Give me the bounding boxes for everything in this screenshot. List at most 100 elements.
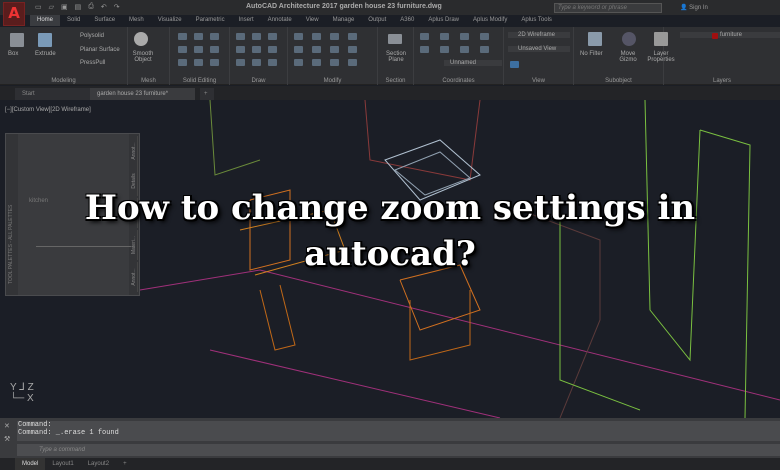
edges-icon[interactable]: [210, 33, 219, 40]
ucs-dropdown[interactable]: Unnamed: [444, 60, 502, 66]
polysolid-button[interactable]: Polysolid: [80, 33, 104, 39]
tab-drawing[interactable]: garden house 23 furniture*: [90, 88, 195, 100]
new-tab-button[interactable]: +: [200, 88, 214, 100]
tab-aplus-tools[interactable]: Aplus Tools: [514, 15, 559, 26]
layer-properties-button[interactable]: Layer Properties: [644, 51, 678, 63]
separate-icon[interactable]: [210, 59, 219, 66]
copy-icon[interactable]: [348, 33, 357, 40]
union-icon[interactable]: [178, 33, 187, 40]
layer-dropdown[interactable]: furniture: [680, 32, 780, 38]
application-menu-button[interactable]: A: [3, 2, 25, 26]
ucs-x-icon[interactable]: [460, 33, 469, 40]
panel-label[interactable]: Subobject: [574, 78, 663, 84]
ucs-icon[interactable]: [420, 33, 429, 40]
viewport-controls[interactable]: [−][Custom View][2D Wireframe]: [5, 107, 91, 113]
arc-icon[interactable]: [268, 33, 277, 40]
saveas-icon[interactable]: ▤: [75, 3, 82, 11]
search-input[interactable]: Type a keyword or phrase: [554, 3, 662, 13]
sign-in-button[interactable]: 👤 Sign In: [680, 4, 708, 11]
tab-insert[interactable]: Insert: [232, 15, 261, 26]
visual-style-dropdown[interactable]: 2D Wireframe: [508, 32, 570, 38]
presspull-button[interactable]: PressPull: [80, 60, 105, 66]
tab-visualize[interactable]: Visualize: [151, 15, 189, 26]
tab-start[interactable]: Start: [15, 88, 90, 100]
tab-home[interactable]: Home: [30, 15, 61, 26]
tab-manage[interactable]: Manage: [326, 15, 362, 26]
tab-aplus-modify[interactable]: Aplus Modify: [466, 15, 514, 26]
trim-icon[interactable]: [294, 33, 303, 40]
undo-icon[interactable]: ↶: [101, 3, 107, 11]
redo-icon[interactable]: ↷: [114, 3, 120, 11]
planar-surface-button[interactable]: Planar Surface: [80, 47, 120, 53]
tab-layout1[interactable]: Layout1: [45, 458, 80, 470]
fillet-icon[interactable]: [294, 46, 303, 53]
tab-solid[interactable]: Solid: [60, 15, 87, 26]
layer-properties-icon[interactable]: [654, 32, 668, 46]
tab-annotate[interactable]: Annotate: [261, 15, 299, 26]
tab-output[interactable]: Output: [361, 15, 393, 26]
array-icon[interactable]: [348, 59, 357, 66]
new-icon[interactable]: ▭: [35, 3, 42, 11]
panel-label[interactable]: Solid Editing: [170, 78, 229, 84]
no-filter-button[interactable]: No Filter: [580, 51, 603, 57]
imprint-icon[interactable]: [210, 46, 219, 53]
tab-surface[interactable]: Surface: [87, 15, 122, 26]
panel-label[interactable]: View: [504, 78, 573, 84]
panel-label[interactable]: Modify: [288, 78, 377, 84]
viewport-config-icon[interactable]: [510, 61, 519, 68]
move-gizmo-icon[interactable]: [622, 32, 636, 46]
hatch-icon[interactable]: [252, 33, 261, 40]
thicken-icon[interactable]: [194, 59, 203, 66]
circle-icon[interactable]: [268, 46, 277, 53]
intersect-icon[interactable]: [178, 59, 187, 66]
ucs-z-icon[interactable]: [480, 46, 489, 53]
scale-icon[interactable]: [348, 46, 357, 53]
tab-view[interactable]: View: [299, 15, 326, 26]
mirror-icon[interactable]: [312, 46, 321, 53]
panel-label[interactable]: Draw: [230, 78, 287, 84]
polyline-icon[interactable]: [236, 33, 245, 40]
ucs-world-icon[interactable]: [420, 46, 429, 53]
offset-icon[interactable]: [294, 59, 303, 66]
tab-model[interactable]: Model: [15, 458, 46, 470]
ucs-3point-icon[interactable]: [440, 46, 449, 53]
extrude-icon[interactable]: [38, 33, 52, 47]
print-icon[interactable]: ⎙: [88, 3, 94, 11]
box-button[interactable]: Box: [8, 51, 18, 57]
no-filter-icon[interactable]: [588, 32, 602, 46]
move-icon[interactable]: [312, 33, 321, 40]
command-input[interactable]: Type a command: [17, 444, 780, 456]
spline-icon[interactable]: [236, 46, 245, 53]
ucs-y-icon[interactable]: [460, 46, 469, 53]
tab-layout2[interactable]: Layout2: [81, 458, 116, 470]
rotate-icon[interactable]: [330, 33, 339, 40]
close-icon[interactable]: ✕: [4, 422, 10, 430]
section-plane-button[interactable]: Section Plane: [381, 51, 411, 63]
add-layout-button[interactable]: +: [116, 458, 134, 470]
move-gizmo-button[interactable]: Move Gizmo: [616, 51, 640, 63]
panel-label[interactable]: Modeling: [0, 78, 127, 84]
panel-label[interactable]: Coordinates: [414, 78, 503, 84]
ellipse-icon[interactable]: [268, 59, 277, 66]
smooth-object-icon[interactable]: [134, 32, 148, 46]
section-plane-icon[interactable]: [388, 34, 402, 44]
quick-access-toolbar[interactable]: ▭ ▱ ▣ ▤ ⎙ ↶ ↷: [35, 3, 120, 11]
slice-icon[interactable]: [194, 46, 203, 53]
rectangle-icon[interactable]: [252, 59, 261, 66]
panel-label[interactable]: Mesh: [128, 78, 169, 84]
named-view-dropdown[interactable]: Unsaved View: [508, 46, 570, 52]
palette-tab-annotation[interactable]: Annot...: [130, 136, 138, 166]
tab-a360[interactable]: A360: [393, 15, 421, 26]
subtract-icon[interactable]: [178, 46, 187, 53]
open-icon[interactable]: ▱: [49, 3, 54, 11]
erase-icon[interactable]: [330, 59, 339, 66]
polygon-icon[interactable]: [236, 59, 245, 66]
panel-label[interactable]: Layers: [664, 78, 780, 84]
smooth-object-button[interactable]: Smooth Object: [130, 51, 156, 63]
ucs-view-icon[interactable]: [480, 33, 489, 40]
align-icon[interactable]: [312, 59, 321, 66]
customize-wrench-icon[interactable]: ⚒: [4, 435, 10, 443]
save-icon[interactable]: ▣: [61, 3, 68, 11]
ucs-origin-icon[interactable]: [440, 33, 449, 40]
stretch-icon[interactable]: [330, 46, 339, 53]
